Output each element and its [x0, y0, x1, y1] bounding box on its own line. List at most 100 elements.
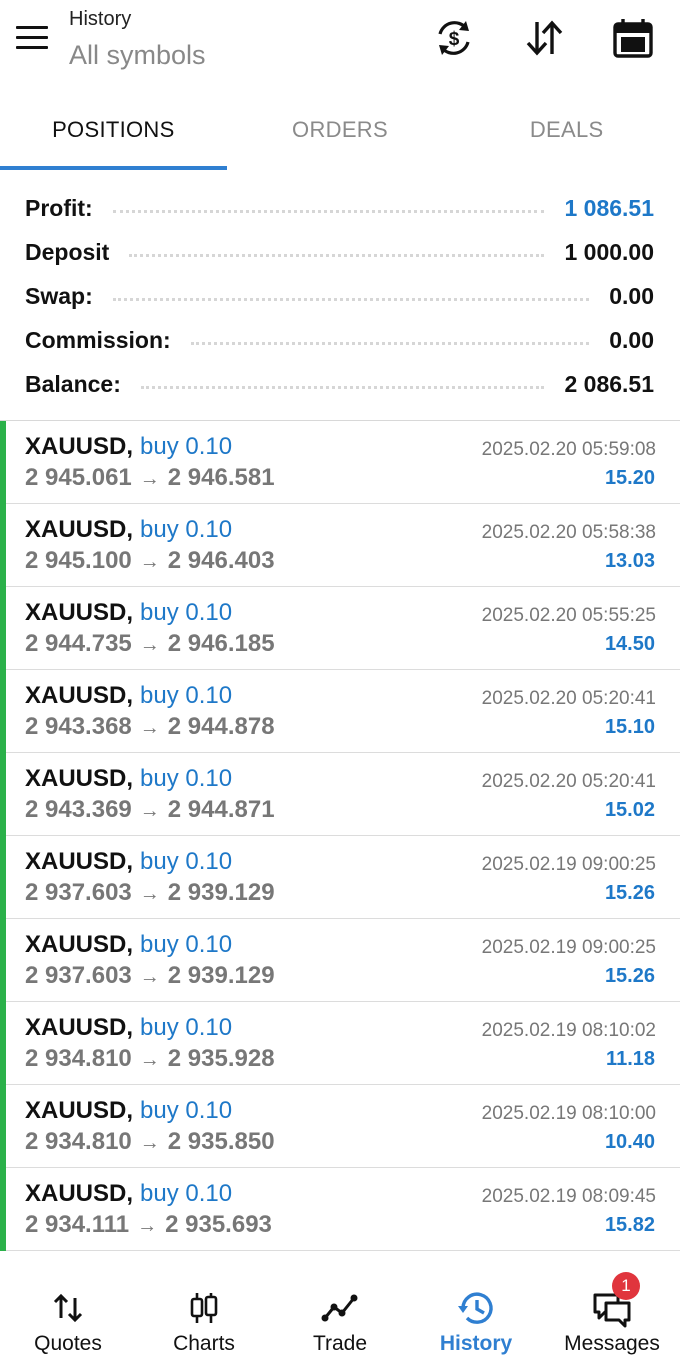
position-row[interactable]: XAUUSD, buy 0.10 2 937.603 → 2 939.129 2025.0…: [0, 919, 680, 1002]
position-row[interactable]: XAUUSD, buy 0.10 2 944.735 → 2 946.185 2025.0…: [0, 587, 680, 670]
position-symbol: XAUUSD,: [25, 1097, 134, 1124]
arrow-icon: →: [139, 717, 160, 739]
position-profit: 15.26: [604, 965, 655, 987]
close-price: 2 946.581: [167, 464, 275, 491]
position-side-volume: buy 0.10: [140, 516, 233, 543]
position-time: 2025.02.20 05:58:38: [481, 522, 656, 543]
history-icon: [456, 1288, 496, 1328]
position-profit: 15.20: [604, 467, 655, 489]
position-side-volume: buy 0.10: [140, 599, 233, 626]
position-prices: 2 945.061 → 2 946.581: [25, 464, 275, 492]
position-row[interactable]: XAUUSD, buy 0.10 2 934.810 → 2 935.928 2025.0…: [0, 1002, 680, 1085]
position-prices: 2 944.735 → 2 946.185: [25, 630, 275, 658]
open-price: 2 945.100: [25, 547, 132, 574]
dotted-leader: [140, 385, 545, 389]
open-price: 2 944.735: [25, 630, 132, 657]
tab-deals[interactable]: DEALS: [453, 100, 680, 170]
sort-icon[interactable]: [522, 16, 566, 60]
position-prices: 2 943.368 → 2 944.878: [25, 713, 275, 741]
arrow-icon: →: [139, 634, 160, 656]
nav-messages[interactable]: Messages: [544, 1262, 680, 1366]
position-row[interactable]: XAUUSD, buy 0.10 2 945.100 → 2 946.403 2025.0…: [0, 504, 680, 587]
summary-row-swap: Swap: 0.00: [0, 274, 680, 318]
arrow-icon: →: [139, 551, 160, 573]
charts-icon: [184, 1288, 224, 1328]
close-price: 2 944.878: [167, 713, 275, 740]
page-title: History: [69, 8, 132, 30]
close-price: 2 939.129: [167, 962, 275, 989]
nav-trade[interactable]: Trade: [272, 1262, 408, 1366]
position-profit: 11.18: [606, 1048, 655, 1070]
position-row[interactable]: XAUUSD, buy 0.10 2 943.368 → 2 944.878 2025.0…: [0, 670, 680, 753]
arrow-icon: →: [139, 883, 160, 905]
close-price: 2 946.403: [167, 547, 275, 574]
nav-quotes[interactable]: Quotes: [0, 1262, 136, 1366]
menu-button[interactable]: [16, 26, 50, 52]
position-side-volume: buy 0.10: [140, 1180, 233, 1207]
arrow-icon: →: [139, 1049, 160, 1071]
symbol-filter[interactable]: All symbols: [69, 40, 206, 71]
arrow-icon: →: [139, 1132, 160, 1154]
dotted-leader: [112, 297, 590, 301]
position-time: 2025.02.20 05:55:25: [481, 605, 656, 626]
buy-indicator-bar: [0, 1002, 6, 1085]
position-profit: 15.26: [604, 882, 655, 904]
position-profit: 15.10: [604, 716, 655, 738]
position-row[interactable]: XAUUSD, buy 0.10 2 937.603 → 2 939.129 2025.0…: [0, 836, 680, 919]
nav-label: Quotes: [34, 1332, 102, 1355]
position-profit: 10.40: [604, 1131, 655, 1153]
position-row[interactable]: XAUUSD, buy 0.10 2 945.061 → 2 946.581 2025.0…: [0, 421, 680, 504]
position-symbol: XAUUSD,: [25, 848, 134, 875]
position-side-volume: buy 0.10: [140, 1014, 233, 1041]
position-side-volume: buy 0.10: [140, 765, 233, 792]
account-summary: Profit: 1 086.51 Deposit 1 000.00 Swap: …: [0, 186, 680, 406]
position-profit: 15.82: [604, 1214, 655, 1236]
nav-history[interactable]: History: [408, 1262, 544, 1366]
position-profit: 15.02: [604, 799, 655, 821]
summary-label: Profit:: [25, 194, 93, 221]
close-price: 2 944.871: [167, 796, 275, 823]
currency-refresh-icon[interactable]: $: [432, 16, 476, 60]
arrow-icon: →: [139, 966, 160, 988]
open-price: 2 937.603: [25, 879, 132, 906]
position-time: 2025.02.19 08:10:02: [481, 1020, 656, 1041]
tab-positions[interactable]: POSITIONS: [0, 100, 227, 170]
position-symbol: XAUUSD,: [25, 765, 134, 792]
position-side-volume: buy 0.10: [140, 848, 233, 875]
nav-label: Trade: [312, 1332, 368, 1355]
position-row[interactable]: XAUUSD, buy 0.10 2 934.111 → 2 935.693 2025.0…: [0, 1168, 680, 1251]
arrow-icon: →: [139, 800, 160, 822]
balance-value: 2 086.51: [564, 370, 654, 397]
position-prices: 2 945.100 → 2 946.403: [25, 547, 275, 575]
buy-indicator-bar: [0, 753, 6, 836]
deposit-value: 1 000.00: [564, 238, 654, 265]
swap-value: 0.00: [609, 282, 654, 309]
close-price: 2 935.928: [167, 1045, 275, 1072]
tab-orders[interactable]: ORDERS: [227, 100, 454, 170]
position-side-volume: buy 0.10: [140, 931, 233, 958]
app-header: History All symbols $: [0, 0, 680, 90]
open-price: 2 945.061: [25, 464, 132, 491]
commission-value: 0.00: [609, 326, 654, 353]
open-price: 2 943.369: [25, 796, 132, 823]
calendar-icon[interactable]: [611, 16, 655, 60]
position-side-volume: buy 0.10: [140, 682, 233, 709]
nav-charts[interactable]: Charts: [136, 1262, 272, 1366]
buy-indicator-bar: [0, 421, 6, 504]
position-row[interactable]: XAUUSD, buy 0.10 2 934.810 → 2 935.850 2025.0…: [0, 1085, 680, 1168]
buy-indicator-bar: [0, 1168, 6, 1251]
nav-label: Messages: [564, 1332, 660, 1355]
buy-indicator-bar: [0, 504, 6, 587]
open-price: 2 934.111: [25, 1211, 130, 1238]
dotted-leader: [190, 341, 590, 345]
position-row[interactable]: XAUUSD, buy 0.10 2 943.369 → 2 944.871 2025.0…: [0, 753, 680, 836]
position-time: 2025.02.20 05:59:08: [481, 439, 656, 460]
open-price: 2 937.603: [25, 962, 132, 989]
position-symbol: XAUUSD,: [25, 599, 134, 626]
profit-value: 1 086.51: [564, 194, 654, 221]
position-time: 2025.02.20 05:20:41: [481, 771, 656, 792]
position-prices: 2 934.111 → 2 935.693: [25, 1211, 272, 1239]
open-price: 2 943.368: [25, 713, 132, 740]
nav-label: Charts: [173, 1332, 235, 1355]
summary-row-profit: Profit: 1 086.51: [0, 186, 680, 230]
